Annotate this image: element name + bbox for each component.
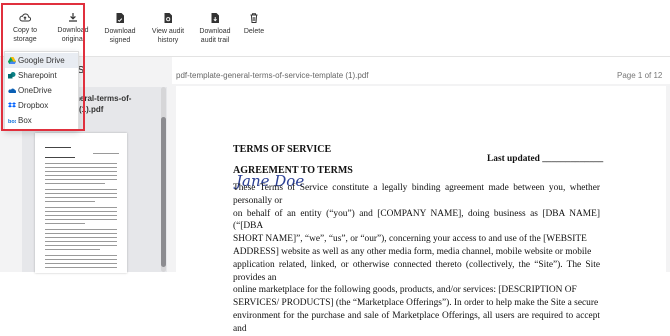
- storage-option-label: Google Drive: [18, 56, 65, 65]
- storage-option-box[interactable]: box Box: [5, 113, 78, 128]
- document-title: TERMS OF SERVICE: [233, 144, 332, 155]
- download-audit-label-2: audit trail: [200, 37, 230, 44]
- sharepoint-icon: [8, 72, 16, 79]
- paragraph-line: SERVICES/ PRODUCTS] (the “Marketplace Of…: [233, 298, 599, 309]
- svg-text:box: box: [8, 119, 16, 124]
- thumbnail-scrollbar-thumb[interactable]: [161, 117, 166, 267]
- trash-icon: [250, 13, 258, 23]
- download-audit-label-1: Download: [199, 28, 231, 35]
- document-filename: pdf-template-general-terms-of-service-te…: [176, 71, 369, 80]
- paragraph-line: These Terms of Service constitute a lega…: [233, 183, 600, 206]
- paragraph-line: online marketplace for the following goo…: [233, 285, 577, 296]
- document-paragraph: These Terms of Service constitute a lega…: [233, 182, 600, 336]
- paragraph-line: on behalf of an entity (“you”) and [COMP…: [233, 208, 600, 232]
- copy-to-storage-button[interactable]: Copy to storage: [2, 8, 48, 44]
- paragraph-line: ADDRESS] website as well as any other me…: [233, 246, 592, 257]
- download-original-label-1: Download: [57, 27, 89, 34]
- storage-option-label: Dropbox: [18, 101, 49, 110]
- download-original-button[interactable]: Download original: [55, 8, 91, 44]
- storage-option-dropbox[interactable]: Dropbox: [5, 98, 78, 113]
- download-signed-label-2: signed: [109, 37, 131, 44]
- delete-label: Delete: [243, 28, 265, 35]
- box-icon: box: [8, 119, 16, 124]
- toolbar: Copy to storage Download original Downlo…: [0, 0, 670, 57]
- last-updated: Last updated _____________: [487, 154, 604, 164]
- storage-option-label: Sharepoint: [18, 71, 57, 80]
- storage-option-google-drive[interactable]: Google Drive: [5, 53, 78, 68]
- storage-dropdown-menu: Google Drive Sharepoint OneDrive Dropbox…: [4, 51, 79, 131]
- delete-button[interactable]: Delete: [241, 8, 267, 36]
- google-drive-icon: [8, 57, 16, 64]
- download-audit-trail-button[interactable]: Download audit trail: [198, 8, 232, 45]
- signed-document-icon: [116, 13, 124, 23]
- storage-option-label: OneDrive: [18, 86, 52, 95]
- cloud-upload-icon: [19, 13, 31, 22]
- audit-trail-download-icon: [211, 13, 219, 23]
- view-audit-label-2: history: [157, 37, 179, 44]
- thumbnail-page-preview[interactable]: [35, 133, 127, 273]
- onedrive-icon: [8, 88, 16, 93]
- paragraph-line: environment for the purchase and sale of…: [233, 310, 600, 334]
- storage-option-sharepoint[interactable]: Sharepoint: [5, 68, 78, 83]
- audit-document-icon: [164, 13, 172, 23]
- view-audit-history-button[interactable]: View audit history: [150, 8, 186, 45]
- view-audit-label-1: View audit: [151, 28, 185, 35]
- copy-to-storage-label: Copy to storage: [12, 27, 38, 43]
- dropbox-icon: [8, 102, 16, 108]
- download-original-label-2: original: [61, 36, 85, 43]
- page-indicator: Page 1 of 12: [617, 71, 663, 80]
- storage-option-onedrive[interactable]: OneDrive: [5, 83, 78, 98]
- download-signed-button[interactable]: Download signed: [101, 8, 139, 45]
- download-icon: [69, 13, 77, 22]
- storage-option-label: Box: [18, 116, 32, 125]
- download-signed-label-1: Download: [104, 28, 136, 35]
- paragraph-line: SHORT NAME]”, “we”, “us”, or “our”), con…: [233, 234, 587, 245]
